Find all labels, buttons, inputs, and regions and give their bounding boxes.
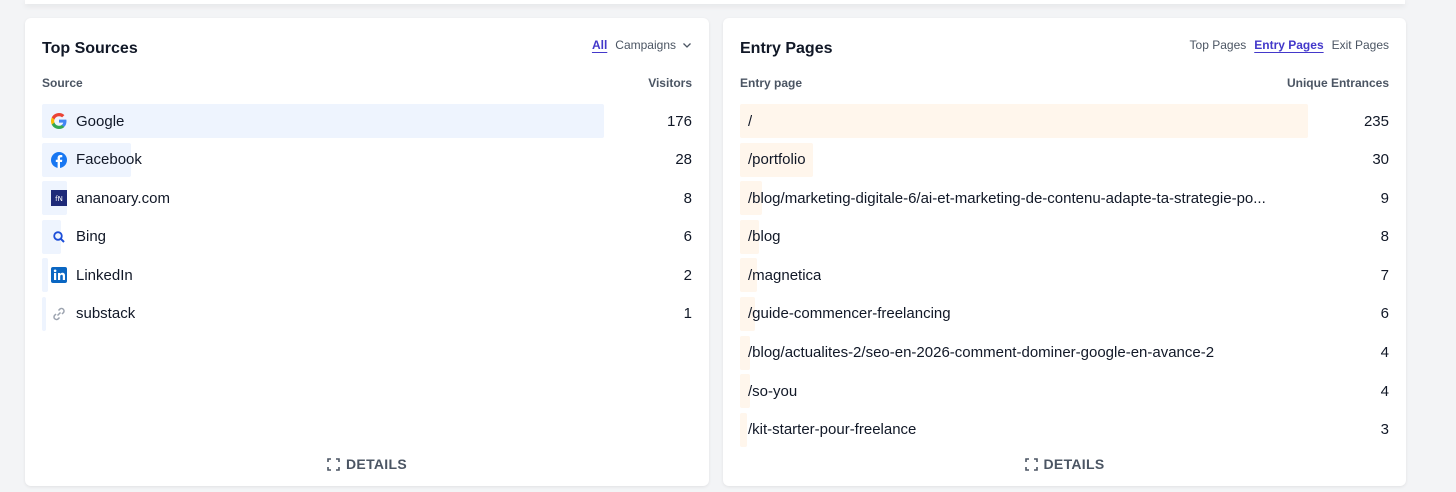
row-value: 2 <box>683 266 692 284</box>
row-label-group: /guide-commencer-freelancing <box>740 305 951 322</box>
row-label: Google <box>76 112 125 130</box>
list-item[interactable]: Facebook 28 <box>42 142 692 177</box>
row-label-group: Bing <box>42 228 106 246</box>
row-label: substack <box>76 305 136 323</box>
details-label: DETAILS <box>346 456 407 472</box>
row-label-group: fN ananoary.com <box>42 189 170 207</box>
row-value: 176 <box>666 112 692 130</box>
entry-tabs: Top Pages Entry Pages Exit Pages <box>1190 38 1389 52</box>
row-label-group: /kit-starter-pour-freelance <box>740 421 916 438</box>
chevron-down-icon <box>682 39 692 53</box>
list-item[interactable]: substack 1 <box>42 296 692 331</box>
row-label: Facebook <box>76 151 142 169</box>
row-value: 30 <box>1372 151 1389 169</box>
share-bar <box>42 104 605 138</box>
row-label: / <box>748 112 753 130</box>
row-label: /kit-starter-pour-freelance <box>748 421 917 439</box>
top-sources-card: Top Sources All Campaigns Source Visitor… <box>25 18 709 486</box>
column-header-unique-entrances: Unique Entrances <box>1286 76 1389 90</box>
tab-campaigns-label: Campaigns <box>615 38 676 52</box>
row-value: 3 <box>1380 421 1389 439</box>
list-item[interactable]: /blog/actualites-2/seo-en-2026-comment-d… <box>740 335 1389 370</box>
row-label-group: /blog/marketing-digitale-6/ai-et-marketi… <box>740 190 1266 207</box>
row-value: 235 <box>1363 112 1389 130</box>
list-item[interactable]: /blog/marketing-digitale-6/ai-et-marketi… <box>740 181 1389 216</box>
list-item[interactable]: / 235 <box>740 104 1389 138</box>
row-label: LinkedIn <box>76 266 133 284</box>
entry-details-button[interactable]: DETAILS <box>723 456 1406 472</box>
card-title: Entry Pages <box>740 40 833 57</box>
row-value: 1 <box>683 305 692 323</box>
share-bar <box>740 104 1308 138</box>
tab-exit-pages[interactable]: Exit Pages <box>1332 38 1389 52</box>
list-item[interactable]: LinkedIn 2 <box>42 258 692 293</box>
sources-list: Google 176 Facebook 28 fN ananoary.com 8 Bing 6 L… <box>42 104 692 336</box>
row-label: /so-you <box>748 382 798 400</box>
row-label: /blog/actualites-2/seo-en-2026-comment-d… <box>748 344 1215 362</box>
row-value: 8 <box>683 189 692 207</box>
facebook-icon <box>50 151 68 169</box>
entry-pages-list: / 235/portfolio 30/blog/marketing-digitale… <box>740 104 1389 451</box>
column-header-entry-page: Entry page <box>740 76 803 90</box>
sources-tabs: All Campaigns <box>592 38 692 53</box>
row-value: 9 <box>1380 189 1389 207</box>
row-value: 4 <box>1380 344 1389 362</box>
row-label-group: /so-you <box>740 383 797 400</box>
row-label-group: substack <box>42 305 135 323</box>
svg-text:fN: fN <box>55 195 63 203</box>
linkedin-icon <box>50 266 68 284</box>
row-value: 8 <box>1380 228 1389 246</box>
row-label-group: Google <box>42 112 124 130</box>
row-label: /blog <box>748 228 781 246</box>
previous-card-edge <box>25 0 1405 4</box>
row-label-group: /magnetica <box>740 267 821 284</box>
expand-icon <box>1024 458 1038 471</box>
list-item[interactable]: Google 176 <box>42 104 692 138</box>
row-label: Bing <box>76 228 107 246</box>
row-value: 7 <box>1380 266 1389 284</box>
bing-search-icon <box>50 228 68 246</box>
row-label-group: Facebook <box>42 151 142 169</box>
row-label-group: /blog <box>740 228 781 245</box>
list-item[interactable]: /guide-commencer-freelancing 6 <box>740 296 1389 331</box>
expand-icon <box>327 458 340 471</box>
row-label: /magnetica <box>748 266 822 284</box>
row-label-group: /blog/actualites-2/seo-en-2026-comment-d… <box>740 344 1214 361</box>
list-item[interactable]: /magnetica 7 <box>740 258 1389 293</box>
column-header-source: Source <box>42 76 83 90</box>
tab-all[interactable]: All <box>592 38 607 52</box>
column-header-visitors: Visitors <box>648 76 692 90</box>
details-label: DETAILS <box>1043 456 1105 472</box>
row-value: 6 <box>1380 305 1389 323</box>
tab-entry-pages[interactable]: Entry Pages <box>1254 38 1323 52</box>
row-label-group: LinkedIn <box>42 266 133 284</box>
list-item[interactable]: Bing 6 <box>42 219 692 254</box>
row-value: 6 <box>683 228 692 246</box>
entry-pages-card: Entry Pages Top Pages Entry Pages Exit P… <box>723 18 1406 486</box>
row-label: /blog/marketing-digitale-6/ai-et-marketi… <box>748 189 1266 207</box>
row-label: ananoary.com <box>76 189 170 207</box>
list-item[interactable]: /portfolio 30 <box>740 142 1389 177</box>
row-label-group: /portfolio <box>740 151 806 168</box>
list-item[interactable]: /blog 8 <box>740 219 1389 254</box>
google-icon <box>50 112 68 130</box>
row-label: /portfolio <box>748 151 806 169</box>
sources-details-button[interactable]: DETAILS <box>25 456 709 472</box>
row-label: /guide-commencer-freelancing <box>748 305 951 323</box>
list-item[interactable]: /kit-starter-pour-freelance 3 <box>740 412 1389 447</box>
list-item[interactable]: fN ananoary.com 8 <box>42 181 692 216</box>
row-label-group: / <box>740 113 752 130</box>
tab-top-pages[interactable]: Top Pages <box>1190 38 1247 52</box>
link-icon <box>50 305 68 323</box>
row-value: 4 <box>1380 382 1389 400</box>
row-value: 28 <box>675 151 692 169</box>
tab-campaigns[interactable]: Campaigns <box>615 38 692 53</box>
ananoary-favicon-icon: fN <box>50 189 68 207</box>
card-title: Top Sources <box>42 40 138 57</box>
list-item[interactable]: /so-you 4 <box>740 374 1389 409</box>
